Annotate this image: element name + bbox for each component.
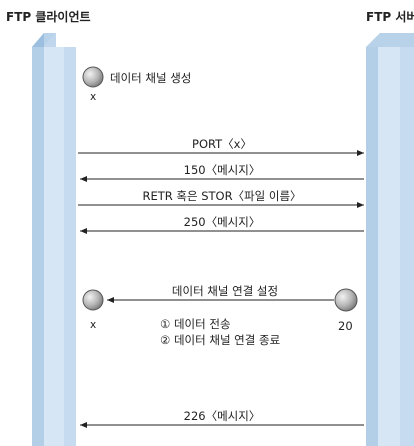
msg1-label: 150〈메시지〉 — [183, 163, 261, 177]
msg3-label: 226〈메시지〉 — [183, 409, 261, 423]
transfer-label: ① 데이터 전송 — [160, 317, 231, 331]
client-port-label: x — [90, 319, 97, 331]
create-channel-port-label: x — [90, 91, 97, 103]
create-channel-label: 데이터 채널 생성 — [110, 71, 192, 85]
connect-label: 데이터 채널 연결 설정 — [171, 284, 279, 298]
client-data-node — [82, 289, 104, 311]
server-column — [366, 33, 414, 446]
msg2-label: 250〈메시지〉 — [183, 215, 261, 229]
client-channel-node — [82, 66, 104, 88]
server-data-node — [334, 288, 358, 312]
client-column — [32, 33, 76, 446]
retr-label: RETR 혹은 STOR〈파일 이름〉 — [142, 189, 302, 203]
server-port-label: 20 — [338, 319, 353, 333]
port-label: PORT〈x〉 — [192, 137, 252, 151]
close-label: ② 데이터 채널 연결 종료 — [160, 333, 281, 347]
